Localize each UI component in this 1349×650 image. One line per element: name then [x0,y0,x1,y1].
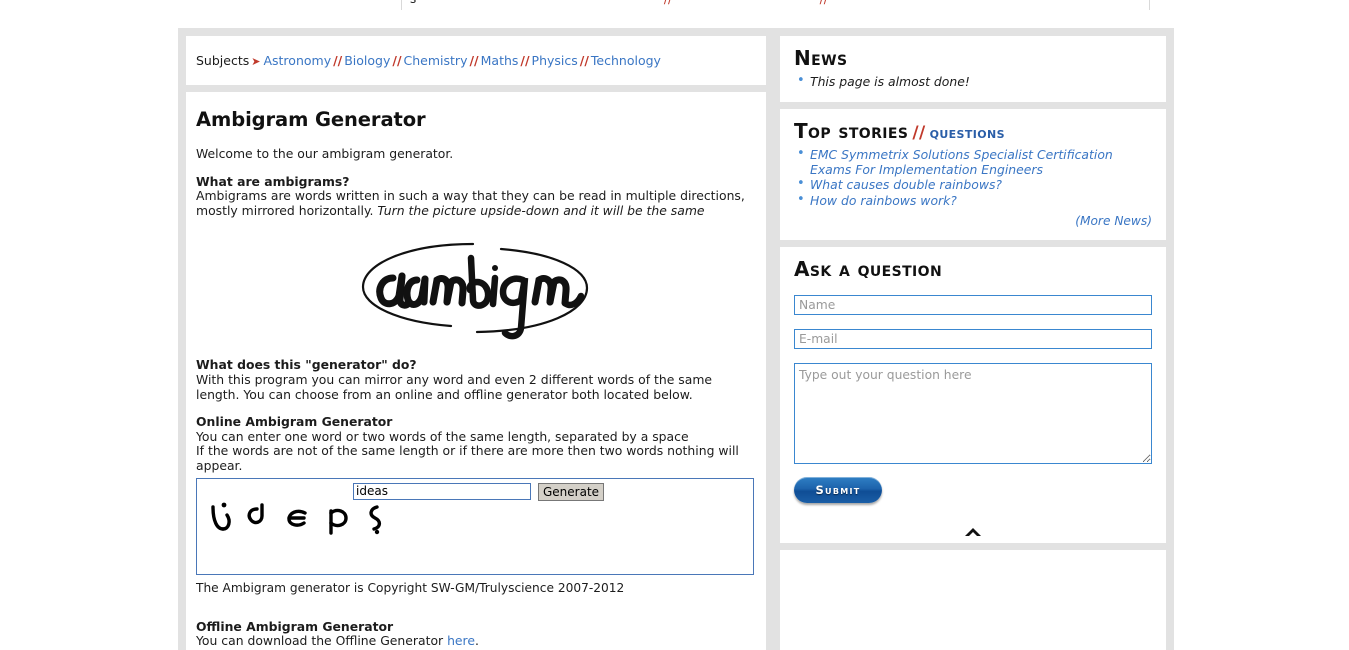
breadcrumb-separator: // [333,53,343,68]
breadcrumb-item-astronomy[interactable]: Astronomy [263,53,331,68]
question-textarea[interactable] [794,363,1152,465]
news-list: This page is almost done! [794,74,1152,89]
online-generator-line1: You can enter one word or two words of t… [196,428,689,444]
left-column: Subjects ➤ Astronomy//Biology//Chemistry//… [186,36,766,650]
story-link-2[interactable]: What causes double rainbows? [810,177,1002,192]
page-title: Ambigram Generator [196,108,426,131]
breadcrumb-separator: // [469,53,479,68]
breadcrumb-separator: // [392,53,402,68]
ambigram-logo-image [196,232,754,350]
scroll-to-top-button[interactable] [794,523,1152,537]
list-item[interactable]: What causes double rainbows? [797,177,1152,192]
list-item[interactable]: How do rainbows work? [797,193,1152,208]
top-stories-separator: // [912,123,926,144]
breadcrumb: Subjects ➤ Astronomy//Biology//Chemistry//… [186,36,766,85]
breadcrumb-separator: // [579,53,589,68]
breadcrumb-arrow-icon: ➤ [251,55,261,68]
breadcrumb-item-chemistry[interactable]: Chemistry [404,53,468,68]
breadcrumb-separator: // [520,53,530,68]
more-news-link[interactable]: (More News) [794,214,1152,228]
cut-off-top-nav[interactable]: s // // [401,0,1150,10]
top-stories-list: EMC Symmetrix Solutions Specialist Certi… [794,147,1152,208]
cut-nav-fragment-right: // [820,0,828,6]
page-root: s // // Subjects➤Astronomy//Biology//Che… [0,0,1349,650]
breadcrumb-label: Subjects [196,53,250,68]
breadcrumb-item-biology[interactable]: Biology [344,53,390,68]
generate-button[interactable]: Generate [538,482,605,501]
main-content-panel: Ambigram Generator Welcome to the our am… [186,92,766,650]
ambigram-generator-box: Generate [196,477,754,575]
cut-nav-fragment-left: s [410,0,416,6]
list-item[interactable]: EMC Symmetrix Solutions Specialist Certi… [797,147,1152,177]
breadcrumb-item-maths[interactable]: Maths [481,53,519,68]
welcome-text: Welcome to the our ambigram generator. [196,146,454,161]
news-title: News [794,46,848,70]
right-sidebar: News This page is almost done! Top stori… [780,36,1166,650]
chevron-up-icon [965,528,981,537]
breadcrumb-item-physics[interactable]: Physics [532,53,578,68]
ambigram-word-input[interactable] [353,482,531,500]
breadcrumb-item-technology[interactable]: Technology [591,53,661,68]
offline-download-pre: You can download the Offline Generator [196,633,448,649]
story-link-1[interactable]: EMC Symmetrix Solutions Specialist Certi… [810,147,1113,177]
top-stories-subtitle[interactable]: questions [930,124,1005,142]
offline-download-post: . [475,633,479,649]
submit-button[interactable]: Submit [794,477,882,504]
ambigram-output-glyphs [211,502,382,535]
news-panel: News This page is almost done! [780,36,1166,103]
offline-download-link[interactable]: here [447,633,475,649]
list-item: This page is almost done! [797,74,1152,89]
generator-copyright: The Ambigram generator is Copyright SW-G… [196,580,625,595]
heading-online-generator: Online Ambigram Generator [196,414,393,430]
offline-generator-download-line: You can download the Offline Generator h… [196,634,754,649]
online-generator-line2: If the words are not of the same length … [196,443,739,473]
top-stories-title-text: Top stories [794,119,909,144]
heading-offline-generator: Offline Ambigram Generator [196,618,394,634]
email-field[interactable] [794,329,1152,350]
name-field[interactable] [794,295,1152,316]
ambigram-logo-svg [361,243,589,340]
cut-nav-fragment-mid: // [664,0,672,6]
empty-sidebar-panel [780,550,1166,650]
what-are-ambigrams-italic-tail: Turn the picture upside-down and it will… [377,202,705,218]
top-stories-title: Top stories//questions [794,119,1152,143]
ask-question-panel: Ask a question Submit [780,247,1166,544]
heading-what-does-generator-do: What does this "generator" do? [196,357,417,373]
story-link-3[interactable]: How do rainbows work? [810,193,957,208]
what-does-generator-do-body: With this program you can mirror any wor… [196,371,713,402]
top-stories-panel: Top stories//questions EMC Symmetrix Sol… [780,109,1166,241]
heading-what-are-ambigrams: What are ambigrams? [196,173,350,189]
what-are-ambigrams-body: Ambigrams are words written in such a wa… [196,188,754,218]
ask-question-title: Ask a question [794,257,943,282]
